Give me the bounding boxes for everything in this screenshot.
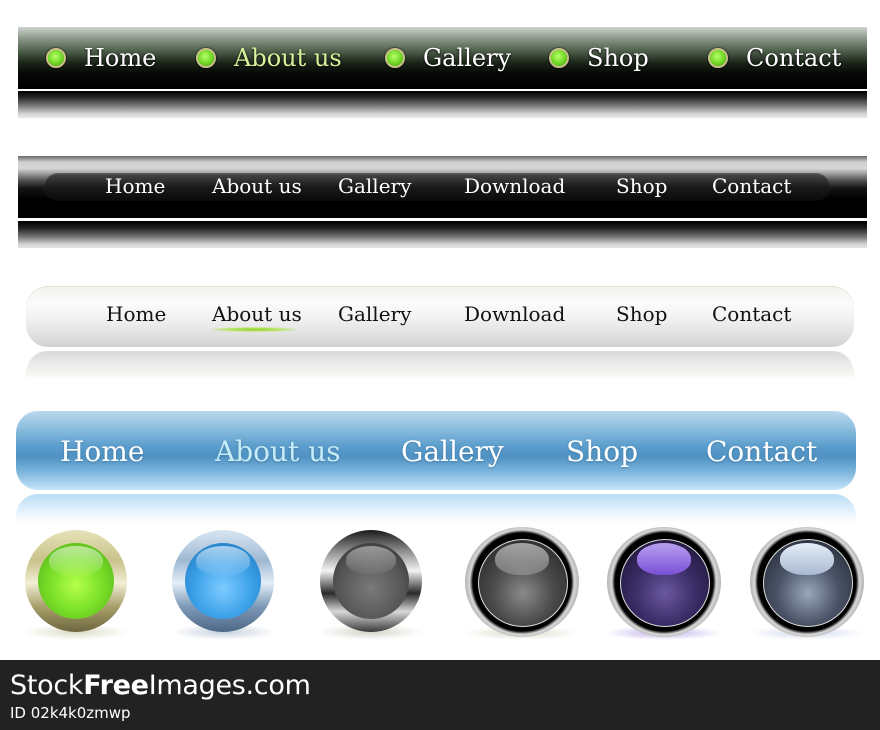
navbar-black: Home About us Gallery Download Shop Cont… [18, 156, 867, 218]
nav1-item-about-us[interactable]: About us [196, 41, 342, 75]
nav1-item-gallery[interactable]: Gallery [385, 41, 511, 75]
green-orb-icon [196, 48, 216, 68]
gloss-highlight [196, 546, 250, 576]
navbar-dark-green: Home About us Gallery Shop Contact [18, 27, 867, 89]
nav4-item-home[interactable]: Home [60, 435, 144, 468]
gloss-highlight [495, 543, 549, 575]
nav1-item-shop[interactable]: Shop [549, 41, 649, 75]
navbar-white: Home About us Gallery Download Shop Cont… [26, 286, 854, 347]
navbar-dark-green-reflection [18, 91, 867, 118]
green-orb-icon [549, 48, 569, 68]
navbar-blue: Home About us Gallery Shop Contact [16, 411, 856, 490]
nav3-item-download[interactable]: Download [464, 302, 565, 326]
nav1-item-contact[interactable]: Contact [708, 41, 841, 75]
navbar-white-reflection [26, 351, 854, 379]
gray-glossy-button[interactable] [320, 530, 422, 632]
nav2-item-download[interactable]: Download [464, 174, 565, 198]
nav3-item-shop[interactable]: Shop [616, 302, 667, 326]
nav3-item-contact[interactable]: Contact [712, 302, 791, 326]
green-glossy-button[interactable] [25, 530, 127, 632]
nav2-item-contact[interactable]: Contact [712, 174, 791, 198]
purple-glossy-button[interactable] [607, 527, 721, 637]
navbar-black-pill: Home About us Gallery Download Shop Cont… [44, 173, 830, 201]
image-id: ID 02k4k0zmwp [10, 704, 131, 722]
navbar-blue-reflection [16, 494, 856, 524]
nav4-item-shop[interactable]: Shop [566, 435, 638, 468]
nav2-item-gallery[interactable]: Gallery [338, 174, 411, 198]
nav1-item-label: Contact [746, 44, 842, 72]
dark-gray-glossy-button[interactable] [465, 527, 579, 637]
gloss-highlight [780, 543, 834, 575]
brand-suffix: Images.com [148, 670, 311, 701]
gloss-highlight [346, 546, 396, 574]
blue-glossy-button[interactable] [172, 530, 274, 632]
nav4-item-gallery[interactable]: Gallery [401, 435, 504, 468]
nav1-item-label: Home [84, 44, 157, 72]
gloss-highlight [637, 543, 691, 575]
nav3-item-gallery[interactable]: Gallery [338, 302, 411, 326]
silver-blue-glossy-button[interactable] [750, 527, 864, 637]
nav3-item-home[interactable]: Home [106, 302, 166, 326]
nav1-item-home[interactable]: Home [46, 41, 156, 75]
brand-prefix: Stock [10, 670, 84, 701]
gloss-highlight [49, 546, 103, 576]
nav2-item-shop[interactable]: Shop [616, 174, 667, 198]
nav1-item-label: Gallery [423, 44, 512, 72]
nav4-item-contact[interactable]: Contact [706, 435, 817, 468]
green-orb-icon [385, 48, 405, 68]
nav2-item-home[interactable]: Home [105, 174, 165, 198]
nav1-item-label: Shop [587, 44, 649, 72]
nav4-item-about-us[interactable]: About us [215, 435, 341, 468]
green-orb-icon [46, 48, 66, 68]
green-orb-icon [708, 48, 728, 68]
navbar-black-reflection [18, 221, 867, 248]
nav3-item-about-us[interactable]: About us [212, 302, 302, 326]
nav1-item-label: About us [234, 44, 342, 72]
brand-bold: Free [83, 670, 149, 701]
watermark-brand: StockFreeImages.com [10, 670, 311, 701]
active-indicator-glow [210, 327, 298, 332]
nav2-item-about-us[interactable]: About us [212, 174, 302, 198]
